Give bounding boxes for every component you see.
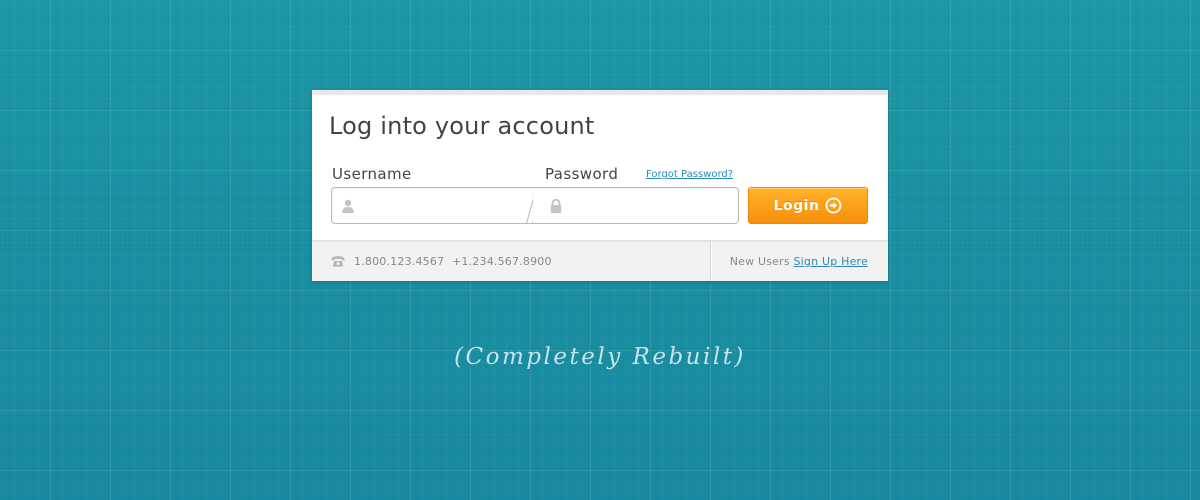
password-label: Password (545, 165, 619, 183)
caption-text: (Completely Rebuilt) (454, 344, 746, 370)
password-input[interactable] (573, 188, 733, 223)
arrow-right-circle-icon (826, 197, 842, 214)
forgot-password-link[interactable]: Forgot Password? (646, 169, 733, 180)
footer-divider (710, 242, 711, 281)
phone-number-primary: 1.800.123.4567 (354, 255, 445, 268)
phone-icon (331, 256, 345, 267)
phone-number-secondary: +1.234.567.8900 (452, 255, 552, 268)
new-users-text: New Users (729, 255, 790, 268)
page-title: Log into your account (329, 112, 595, 140)
username-input[interactable] (364, 188, 534, 223)
card-footer: 1.800.123.4567 +1.234.567.8900 New Users… (312, 240, 888, 281)
login-button[interactable]: Login (748, 187, 868, 224)
login-button-label: Login (773, 197, 820, 214)
lock-icon (550, 198, 562, 213)
new-users-prompt: New Users Sign Up Here (730, 255, 868, 268)
username-field-wrapper (331, 187, 537, 224)
login-card: Log into your account Username Password … (312, 90, 888, 281)
username-label: Username (332, 165, 412, 183)
user-icon (342, 199, 354, 213)
sign-up-link[interactable]: Sign Up Here (793, 255, 868, 268)
password-field-wrapper (533, 187, 739, 224)
